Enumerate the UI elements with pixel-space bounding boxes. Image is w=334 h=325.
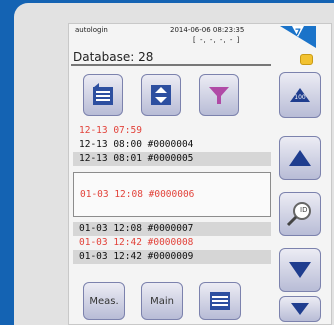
status-bar: autologin 2014-06-06 08:23:35 [ -, -, -,… xyxy=(75,26,275,46)
status-signal: [ -, -, -, - ] xyxy=(193,36,241,44)
page-down-button[interactable] xyxy=(279,296,321,322)
list-item[interactable]: 01-03 12:42 #0000009 xyxy=(73,250,271,264)
list-item[interactable]: 12-13 08:01 #0000005 xyxy=(73,152,271,166)
page-up-button[interactable]: 100 xyxy=(279,72,321,118)
scroll-down-button[interactable] xyxy=(279,248,321,292)
meas-button[interactable]: Meas. xyxy=(83,282,125,320)
scroll-up-button[interactable] xyxy=(279,136,321,180)
magnifier-icon xyxy=(286,202,311,227)
records-list: 12-13 07:59 12-13 08:00 #0000004 12-13 0… xyxy=(73,124,271,306)
list-item[interactable]: 01-03 12:08 #0000007 xyxy=(73,222,271,236)
search-id-label: ID xyxy=(300,206,308,214)
list-item[interactable]: 12-13 07:59 xyxy=(73,124,271,138)
menu-button[interactable] xyxy=(199,282,241,320)
record-text: 01-03 12:42 #0000008 xyxy=(79,237,194,248)
sort-button[interactable] xyxy=(141,74,181,116)
arrow-up-icon xyxy=(289,150,311,166)
main-label: Main xyxy=(150,295,174,307)
record-text: 12-13 08:01 #0000005 xyxy=(79,153,194,164)
svg-text:7: 7 xyxy=(295,28,301,38)
lock-icon xyxy=(300,54,313,65)
arrow-down-icon xyxy=(289,262,311,278)
record-text: 12-13 08:00 #0000004 xyxy=(79,139,194,150)
record-text: 01-03 12:08 #0000006 xyxy=(80,189,195,200)
filter-icon xyxy=(209,87,229,104)
record-text: 12-13 07:59 xyxy=(79,125,142,136)
list-item[interactable]: 01-03 12:42 #0000008 xyxy=(73,236,271,250)
meas-label: Meas. xyxy=(89,295,119,307)
sort-icon xyxy=(151,85,171,105)
record-text: 01-03 12:42 #0000009 xyxy=(79,251,194,262)
main-button[interactable]: Main xyxy=(141,282,183,320)
list-export-button[interactable] xyxy=(83,74,123,116)
database-title: Database: 28 xyxy=(73,50,154,64)
brand-logo-icon: 7 xyxy=(280,26,316,48)
device-body: autologin 2014-06-06 08:23:35 [ -, -, -,… xyxy=(14,3,334,325)
menu-icon xyxy=(210,292,230,310)
status-user: autologin xyxy=(75,26,108,34)
list-item[interactable]: 12-13 08:00 #0000004 xyxy=(73,138,271,152)
screen: autologin 2014-06-06 08:23:35 [ -, -, -,… xyxy=(68,23,332,325)
status-datetime: 2014-06-06 08:23:35 xyxy=(170,26,245,34)
filter-button[interactable] xyxy=(199,74,239,116)
search-id-button[interactable]: ID xyxy=(279,192,321,236)
page-up-label: 100 xyxy=(294,93,306,101)
page-down-icon xyxy=(291,303,309,315)
list-export-icon xyxy=(93,83,113,105)
list-item-selected[interactable]: 01-03 12:08 #0000006 xyxy=(73,172,271,217)
record-text: 01-03 12:08 #0000007 xyxy=(79,223,194,234)
database-underline xyxy=(71,64,271,66)
